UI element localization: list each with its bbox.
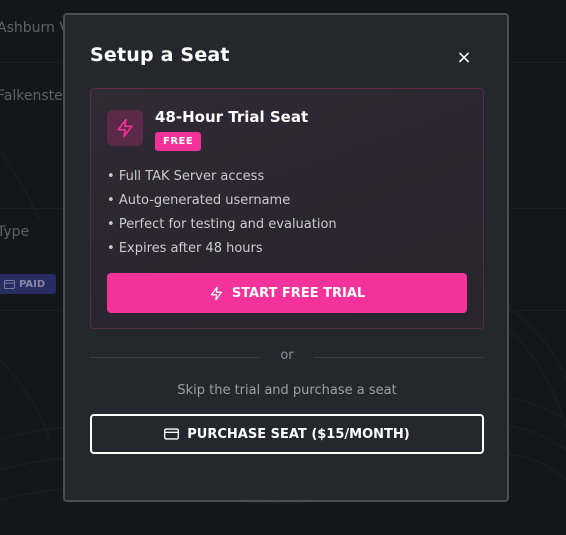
feature-item: Expires after 48 hours [107,237,337,261]
purchase-seat-button[interactable]: PURCHASE SEAT ($15/MONTH) [90,414,484,454]
or-text: or [280,348,294,363]
lightning-icon [107,110,143,146]
credit-card-icon [164,428,180,440]
feature-item: Full TAK Server access [107,165,337,189]
setup-seat-modal: Setup a Seat × 48-Hour Trial Seat FREE F… [63,13,509,502]
or-divider: or [90,348,484,368]
lightning-icon [210,286,222,300]
close-button[interactable]: × [453,46,475,68]
purchase-seat-label: PURCHASE SEAT ($15/MONTH) [187,426,410,442]
free-badge: FREE [155,132,202,151]
skip-trial-text: Skip the trial and purchase a seat [177,383,397,398]
trial-title: 48-Hour Trial Seat [155,108,309,126]
feature-item: Auto-generated username [107,189,337,213]
start-free-trial-label: START FREE TRIAL [231,285,366,301]
trial-seat-card: 48-Hour Trial Seat FREE Full TAK Server … [90,88,484,329]
trial-feature-list: Full TAK Server access Auto-generated us… [107,165,337,261]
feature-item: Perfect for testing and evaluation [107,213,337,237]
start-free-trial-button[interactable]: START FREE TRIAL [107,273,467,313]
modal-title: Setup a Seat [90,44,230,66]
close-icon: × [456,46,472,68]
